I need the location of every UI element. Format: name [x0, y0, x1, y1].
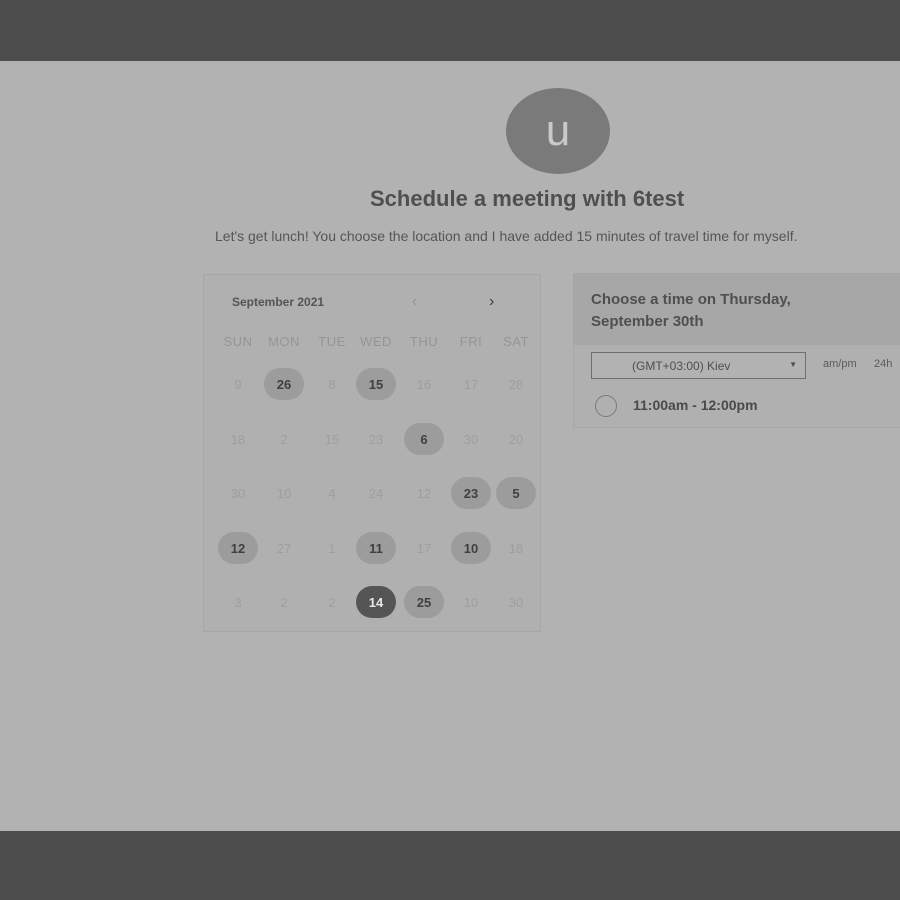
page-title: Schedule a meeting with 6test — [370, 186, 685, 211]
time-panel-title: Choose a time on Thursday, September 30t… — [591, 291, 791, 330]
caret-down-icon: ▼ — [789, 360, 797, 369]
calendar-day-available[interactable]: 26 — [264, 368, 304, 400]
avatar-letter: u — [545, 106, 571, 155]
time-slot-radio[interactable] — [595, 395, 617, 417]
calendar-day: 9 — [234, 376, 242, 392]
calendar-day: 27 — [276, 540, 292, 556]
calendar-day-selected[interactable]: 14 — [356, 586, 396, 618]
weekday-label: WED — [360, 334, 392, 349]
calendar-day: 12 — [416, 485, 432, 501]
weekday-label: TUE — [318, 334, 346, 349]
calendar-day-available[interactable]: 10 — [451, 532, 491, 564]
calendar-day: 10 — [463, 594, 479, 610]
weekday-label: THU — [409, 334, 439, 349]
calendar-day-available[interactable]: 25 — [404, 586, 444, 618]
calendar-day: 28 — [508, 376, 524, 392]
time-panel-header: Choose a time on Thursday, September 30t… — [574, 274, 900, 345]
calendar-day-available[interactable]: 6 — [404, 423, 444, 455]
calendar-day: 18 — [230, 431, 246, 447]
format-ampm-toggle[interactable]: am/pm — [823, 358, 857, 370]
calendar-day: 15 — [324, 431, 340, 447]
calendar-day: 8 — [328, 376, 336, 392]
calendar-day: 1 — [328, 540, 336, 556]
scheduling-page: u Schedule a meeting with 6test Let's ge… — [0, 61, 900, 831]
calendar-day-available[interactable]: 23 — [451, 477, 491, 509]
chevron-left-icon[interactable]: ‹ — [412, 293, 417, 311]
weekday-label: SUN — [223, 334, 253, 349]
calendar-day-available[interactable]: 11 — [356, 532, 396, 564]
calendar-day-available[interactable]: 5 — [496, 477, 536, 509]
calendar-day: 16 — [416, 376, 432, 392]
calendar-day: 10 — [276, 485, 292, 501]
calendar-day: 24 — [368, 485, 384, 501]
page-subtitle: Let's get lunch! You choose the location… — [215, 228, 798, 244]
weekday-label: FRI — [459, 334, 483, 349]
calendar-day: 20 — [508, 431, 524, 447]
calendar-day: 23 — [368, 431, 384, 447]
avatar: u — [506, 88, 610, 174]
weekday-label: SAT — [503, 334, 529, 349]
calendar-day: 3 — [234, 594, 242, 610]
calendar-day: 17 — [416, 540, 432, 556]
calendar-day: 30 — [508, 594, 524, 610]
calendar-day: 30 — [463, 431, 479, 447]
weekday-label: MON — [268, 334, 300, 349]
calendar-day: 30 — [230, 485, 246, 501]
calendar-day: 4 — [328, 485, 336, 501]
calendar-day-available[interactable]: 12 — [218, 532, 258, 564]
calendar-day: 17 — [463, 376, 479, 392]
calendar: September 2021 ‹ › SUN MON TUE WED THU FRI SAT… — [203, 274, 541, 632]
month-label: September 2021 — [232, 295, 325, 309]
calendar-day: 2 — [328, 594, 336, 610]
time-slot-label[interactable]: 11:00am - 12:00pm — [633, 397, 758, 413]
timezone-select[interactable]: (GMT+03:00) Kiev ▼ — [591, 352, 806, 379]
time-panel: Choose a time on Thursday, September 30t… — [573, 273, 900, 428]
timezone-value: (GMT+03:00) Kiev — [632, 358, 731, 373]
calendar-day: 18 — [508, 540, 524, 556]
calendar-day: 2 — [280, 594, 288, 610]
chevron-right-icon[interactable]: › — [489, 293, 494, 311]
calendar-day: 2 — [280, 431, 288, 447]
format-24h-toggle[interactable]: 24h — [874, 358, 892, 370]
calendar-day-available[interactable]: 15 — [356, 368, 396, 400]
